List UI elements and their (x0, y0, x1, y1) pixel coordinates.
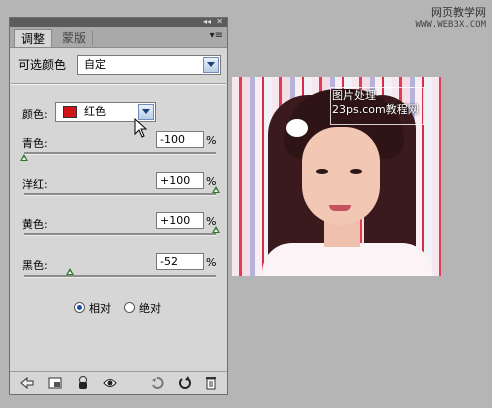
preset-title: 可选颜色 (18, 58, 67, 72)
watermark-url: WWW.WEB3X.COM (415, 20, 486, 30)
percent-unit: % (206, 134, 217, 147)
photo-eye (316, 169, 328, 174)
colors-value: 红色 (84, 105, 106, 118)
watermark-title: 网页教学网 (431, 6, 486, 19)
value-field[interactable]: +100 (156, 212, 204, 229)
preview-photo: 图片处理 23ps.com教程网 (232, 77, 441, 276)
slider-thumb[interactable] (66, 268, 75, 275)
photo-shirt (262, 243, 432, 276)
slider-track[interactable] (24, 268, 216, 278)
panel-menu-icon[interactable]: ▾≡ (210, 30, 223, 41)
tab-masks[interactable]: 蒙版 (56, 29, 92, 47)
value-field[interactable]: -100 (156, 131, 204, 148)
value-field[interactable]: +100 (156, 172, 204, 189)
divider-highlight (11, 84, 226, 85)
slider-label: 黄色: (22, 218, 48, 231)
eye-icon[interactable] (103, 376, 117, 390)
slider-track[interactable] (24, 186, 220, 196)
preset-select[interactable]: 自定 (77, 55, 221, 75)
panel-tabbar: 调整 蒙版 ▾≡ (10, 27, 227, 48)
absolute-radio[interactable] (124, 302, 135, 313)
back-arrow-icon[interactable] (20, 376, 34, 390)
caption-line: 图片处理 (332, 89, 376, 102)
slider-track[interactable] (20, 152, 216, 161)
expand-view-icon[interactable] (48, 376, 62, 390)
view-previous-icon[interactable] (150, 376, 164, 390)
absolute-label[interactable]: 绝对 (139, 300, 161, 316)
close-panel-icon[interactable]: ✕ (216, 17, 223, 27)
slider-label: 洋红: (22, 178, 48, 191)
chevron-down-icon[interactable] (203, 57, 219, 73)
slider-label: 青色: (22, 137, 48, 150)
photo-caption: 图片处理 23ps.com教程网 (332, 89, 419, 117)
mouse-cursor-icon (134, 118, 148, 138)
panel-title-bar[interactable]: ◂◂ ✕ (10, 17, 227, 27)
adjustments-panel: ◂◂ ✕ 调整 蒙版 ▾≡ 可选颜色 自定 颜色: 红色 青色: -100 % … (9, 17, 228, 395)
reset-icon[interactable] (178, 376, 192, 390)
color-swatch (63, 106, 77, 118)
clip-to-layer-icon[interactable] (76, 376, 90, 390)
relative-label[interactable]: 相对 (89, 300, 111, 316)
caption-line: 23ps.com教程网 (332, 103, 419, 116)
slider-track[interactable] (24, 226, 220, 236)
photo-hair-bow (286, 119, 308, 137)
slider-label: 黑色: (22, 259, 48, 272)
tab-divider (92, 31, 93, 45)
photo-mouth (329, 205, 351, 211)
colors-label: 颜色: (22, 108, 48, 121)
preset-value: 自定 (84, 58, 106, 71)
slider-thumb[interactable] (20, 154, 28, 161)
percent-unit: % (206, 256, 217, 269)
slider-thumb[interactable] (212, 226, 220, 233)
panel-footer (10, 371, 227, 394)
value-field[interactable]: -52 (156, 253, 204, 270)
slider-thumb[interactable] (212, 186, 220, 193)
relative-radio[interactable] (74, 302, 85, 313)
photo-eye (350, 169, 362, 174)
watermark: 网页教学网 WWW.WEB3X.COM (416, 6, 486, 32)
collapse-icon[interactable]: ◂◂ (203, 17, 211, 27)
trash-icon[interactable] (204, 376, 218, 390)
tab-adjustments[interactable]: 调整 (14, 29, 53, 47)
